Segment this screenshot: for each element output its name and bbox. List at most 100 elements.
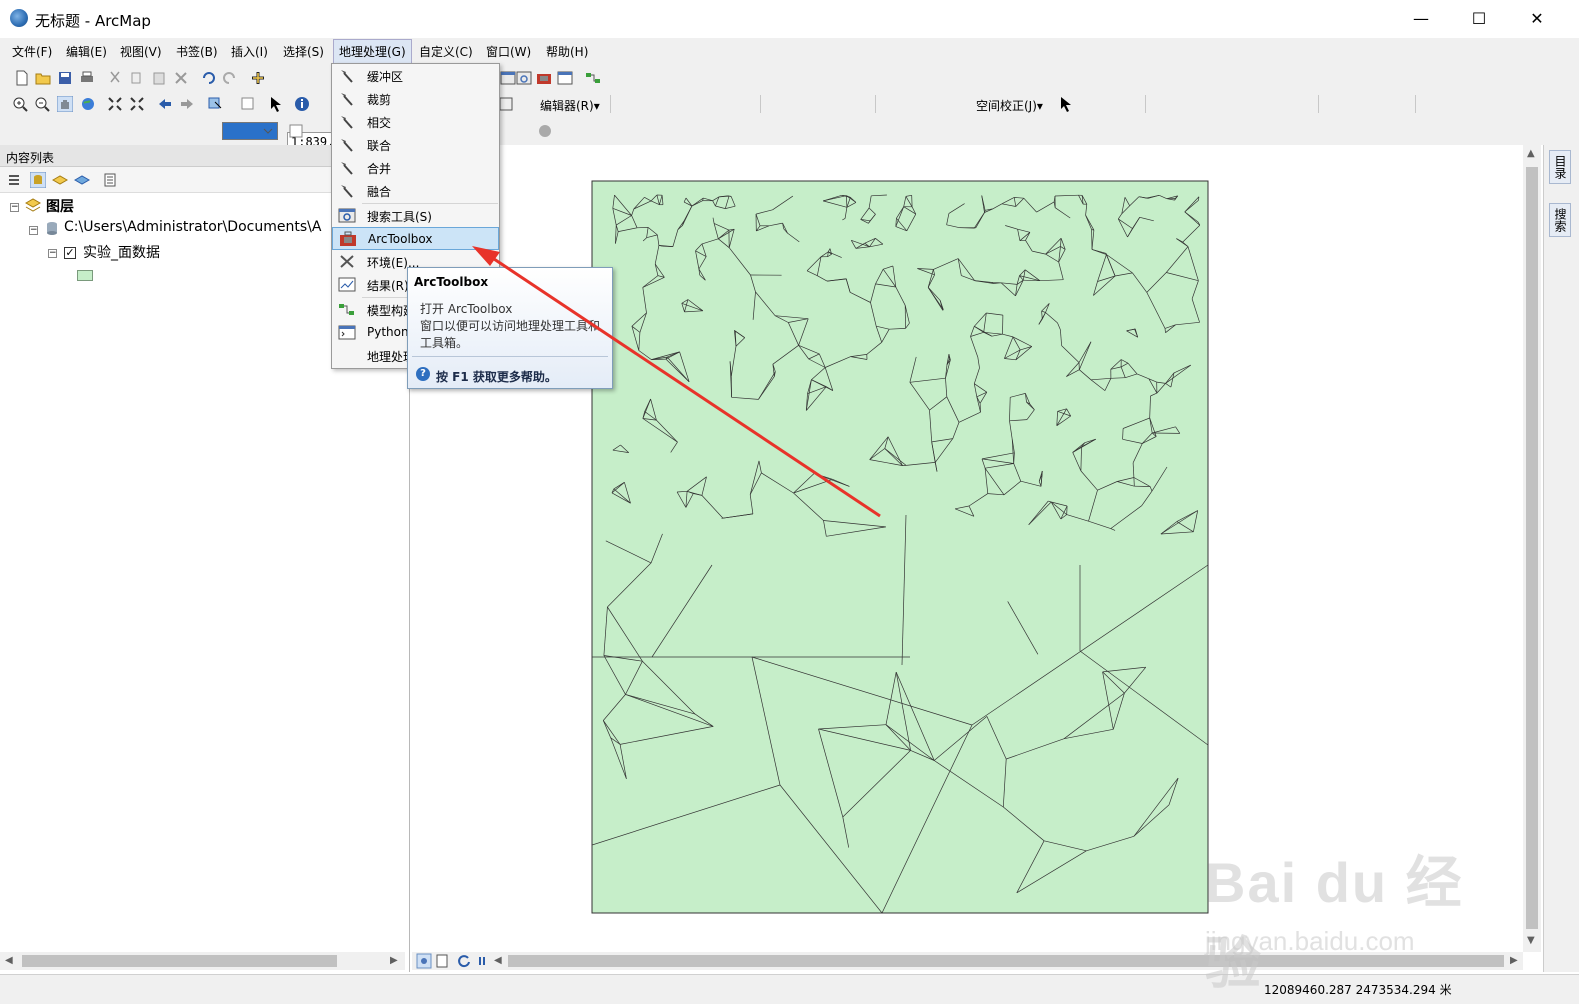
list-by-visibility-icon[interactable] <box>52 172 68 188</box>
copy-icon[interactable] <box>129 70 145 86</box>
open-folder-icon[interactable] <box>35 70 51 86</box>
pan-hand-icon[interactable] <box>57 96 73 112</box>
scroll-right-icon[interactable]: ▶ <box>1510 955 1518 966</box>
fixed-zoom-in-icon[interactable] <box>107 96 123 112</box>
editor-toolbar-icon[interactable] <box>498 96 514 112</box>
layer-visibility-checkbox[interactable]: ✓ <box>64 247 76 259</box>
zoom-out-icon[interactable] <box>34 96 50 112</box>
hammer-icon <box>341 185 353 198</box>
editor-menu[interactable]: 编辑器(R)▾ <box>540 97 600 114</box>
layers-collapse-toggle[interactable]: − <box>10 203 19 212</box>
menu-help[interactable]: 帮助(H) <box>546 43 588 60</box>
model-builder-icon[interactable] <box>585 70 601 86</box>
list-by-drawing-order-icon[interactable] <box>7 172 23 188</box>
back-arrow-icon[interactable] <box>157 96 173 112</box>
fixed-zoom-out-icon[interactable] <box>129 96 145 112</box>
zoom-in-icon[interactable] <box>12 96 28 112</box>
watermark-url: jingyan.baidu.com <box>1205 926 1415 956</box>
arctoolbox-icon[interactable] <box>536 70 552 86</box>
select-elements-icon[interactable] <box>1058 96 1074 112</box>
menu-bookmarks[interactable]: 书签(B) <box>176 43 218 60</box>
menu-view[interactable]: 视图(V) <box>120 43 162 60</box>
undo-icon[interactable] <box>200 70 216 86</box>
identify-icon[interactable] <box>294 96 310 112</box>
layout-icon[interactable] <box>288 123 304 139</box>
toc-horizontal-scrollbar[interactable]: ◀ ▶ <box>0 952 405 970</box>
pause-drawing-icon[interactable] <box>474 953 490 969</box>
toolbar-separator <box>760 95 761 113</box>
layers-stack-icon <box>25 198 41 212</box>
catalog-dock-label: 目录 <box>1553 155 1567 179</box>
python-window-icon[interactable] <box>557 70 573 86</box>
menu-item-arctoolbox[interactable]: ArcToolbox <box>332 227 499 250</box>
menu-item-union[interactable]: 联合 <box>332 133 499 156</box>
scroll-left-icon[interactable]: ◀ <box>5 955 13 966</box>
new-document-icon[interactable] <box>14 70 30 86</box>
scroll-right-icon[interactable]: ▶ <box>390 955 398 966</box>
minimize-button[interactable]: — <box>1398 6 1444 32</box>
scroll-down-icon[interactable]: ▼ <box>1527 935 1535 946</box>
database-icon <box>47 222 57 235</box>
sphere-icon[interactable] <box>537 123 553 139</box>
paste-icon[interactable] <box>151 70 167 86</box>
menu-item-merge[interactable]: 合并 <box>332 156 499 179</box>
scroll-up-icon[interactable]: ▲ <box>1527 148 1535 159</box>
refresh-icon[interactable] <box>456 953 472 969</box>
select-features-icon[interactable] <box>207 96 223 112</box>
datasource-collapse-toggle[interactable]: − <box>29 226 38 235</box>
spatial-adjustment-menu[interactable]: 空间校正(J)▾ <box>976 97 1043 114</box>
catalog-dock-tab[interactable]: 目录 <box>1549 150 1571 184</box>
menu-geoprocessing[interactable]: 地理处理(G) <box>333 39 412 64</box>
forward-arrow-icon[interactable] <box>179 96 195 112</box>
save-icon[interactable] <box>57 70 73 86</box>
delete-icon[interactable] <box>173 70 189 86</box>
select-elements-icon[interactable] <box>268 96 284 112</box>
menu-insert[interactable]: 插入(I) <box>231 43 268 60</box>
chevron-down-icon[interactable] <box>260 123 276 139</box>
layout-view-icon[interactable] <box>434 953 450 969</box>
layers-root-label[interactable]: 图层 <box>46 196 74 216</box>
menu-item-intersect[interactable]: 相交 <box>332 110 499 133</box>
search-window-icon[interactable] <box>516 70 532 86</box>
options-icon[interactable] <box>102 172 118 188</box>
menu-window[interactable]: 窗口(W) <box>486 43 531 60</box>
layer-symbol-swatch[interactable] <box>77 270 93 281</box>
menu-item-dissolve[interactable]: 融合 <box>332 179 499 202</box>
menu-edit[interactable]: 编辑(E) <box>66 43 107 60</box>
model-builder-icon <box>339 304 354 315</box>
toolbar-separator <box>1318 95 1319 113</box>
add-data-icon[interactable] <box>250 70 266 86</box>
menu-file[interactable]: 文件(F) <box>12 43 52 60</box>
tooltip-separator <box>412 356 608 357</box>
scroll-thumb[interactable] <box>1526 167 1538 929</box>
cut-icon[interactable] <box>107 70 123 86</box>
toolbar-separator <box>1415 95 1416 113</box>
search-dock-tab[interactable]: 搜索 <box>1549 203 1571 237</box>
redo-icon[interactable] <box>222 70 238 86</box>
list-by-source-icon[interactable] <box>30 172 46 188</box>
list-by-selection-icon[interactable] <box>74 172 90 188</box>
menu-item-buffer[interactable]: 缓冲区 <box>332 64 499 87</box>
print-icon[interactable] <box>79 70 95 86</box>
map-vertical-scrollbar[interactable]: ▲ ▼ <box>1523 145 1541 952</box>
menu-item-clip[interactable]: 裁剪 <box>332 87 499 110</box>
toolbox-icon <box>340 231 356 246</box>
layer-collapse-toggle[interactable]: − <box>48 249 57 258</box>
data-source-path[interactable]: C:\Users\Administrator\Documents\A <box>64 219 321 235</box>
menu-customize[interactable]: 自定义(C) <box>419 43 473 60</box>
clear-selection-icon[interactable] <box>240 96 256 112</box>
scroll-thumb[interactable] <box>22 955 337 967</box>
polygon-edge <box>1164 328 1166 333</box>
help-icon: ? <box>416 367 430 381</box>
arctoolbox-tooltip: ArcToolbox 打开 ArcToolbox 窗口以便可以访问地理处理工具和… <box>407 267 613 389</box>
menu-selection[interactable]: 选择(S) <box>283 43 324 60</box>
scroll-left-icon[interactable]: ◀ <box>494 955 502 966</box>
close-button[interactable]: ✕ <box>1514 6 1560 32</box>
catalog-window-icon[interactable] <box>500 70 516 86</box>
menu-item-search-tools[interactable]: 搜索工具(S) <box>332 204 499 227</box>
maximize-button[interactable]: ☐ <box>1456 6 1502 32</box>
data-view-icon[interactable] <box>416 953 432 969</box>
layer-name[interactable]: 实验_面数据 <box>83 242 160 262</box>
full-extent-globe-icon[interactable] <box>80 96 96 112</box>
hammer-icon <box>341 139 353 152</box>
